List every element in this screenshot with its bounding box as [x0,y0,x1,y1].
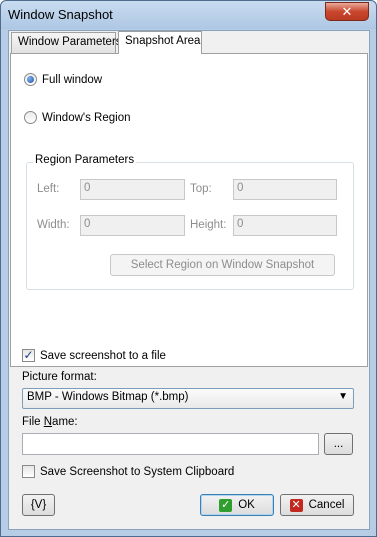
save-to-file-checkbox[interactable]: ✓ [22,349,35,362]
clipboard-label: Save Screenshot to System Clipboard [40,465,235,478]
cancel-button[interactable]: ✕ Cancel [280,494,354,516]
height-label: Height: [190,219,227,231]
clipboard-option[interactable]: Save Screenshot to System Clipboard [22,465,234,478]
clipboard-checkbox[interactable] [22,465,35,478]
full-window-radio[interactable] [24,73,37,86]
dialog-client-area: Window Parameters Snapshot Area Full win… [8,30,370,530]
check-icon: ✓ [219,498,233,512]
browse-button[interactable]: ... [324,433,353,455]
height-field[interactable]: 0 [233,215,337,236]
close-button[interactable]: ✕ [325,2,369,21]
file-name-input[interactable] [22,433,319,455]
picture-format-select[interactable]: BMP - Windows Bitmap (*.bmp) ▼ [22,388,354,409]
window-title: Window Snapshot [8,7,113,22]
save-to-file-label: Save screenshot to a file [40,349,166,362]
picture-format-label: Picture format: [22,371,97,383]
ok-button[interactable]: ✓ OK [200,494,274,516]
left-label: Left: [37,183,60,195]
cancel-label: Cancel [308,499,345,511]
full-window-option[interactable]: Full window [24,73,102,86]
left-field[interactable]: 0 [80,179,185,200]
width-label: Width: [37,219,70,231]
tab-window-parameters[interactable]: Window Parameters [11,32,122,53]
width-field[interactable]: 0 [80,215,185,236]
chevron-down-icon: ▼ [338,391,348,402]
variables-button[interactable]: {V} [22,494,55,516]
select-region-button[interactable]: Select Region on Window Snapshot [110,254,335,276]
file-name-label: File Name: [22,416,78,428]
window-snapshot-dialog: Window Snapshot ✕ Window Parameters Snap… [0,0,377,537]
top-label: Top: [190,183,212,195]
cross-icon: ✕ [289,498,303,512]
tab-snapshot-area[interactable]: Snapshot Area [118,31,202,54]
windows-region-option[interactable]: Window's Region [24,111,131,124]
top-field[interactable]: 0 [233,179,337,200]
snapshot-area-panel: Full window Window's Region Region Param… [10,53,368,367]
full-window-label: Full window [42,73,103,86]
windows-region-radio[interactable] [24,111,37,124]
close-icon: ✕ [341,3,353,19]
save-to-file-option[interactable]: ✓ Save screenshot to a file [22,349,166,362]
region-parameters-title: Region Parameters [33,154,137,166]
title-bar: Window Snapshot ✕ [1,1,376,29]
windows-region-label: Window's Region [42,111,131,124]
picture-format-value: BMP - Windows Bitmap (*.bmp) [27,391,189,403]
ok-label: OK [238,499,255,511]
